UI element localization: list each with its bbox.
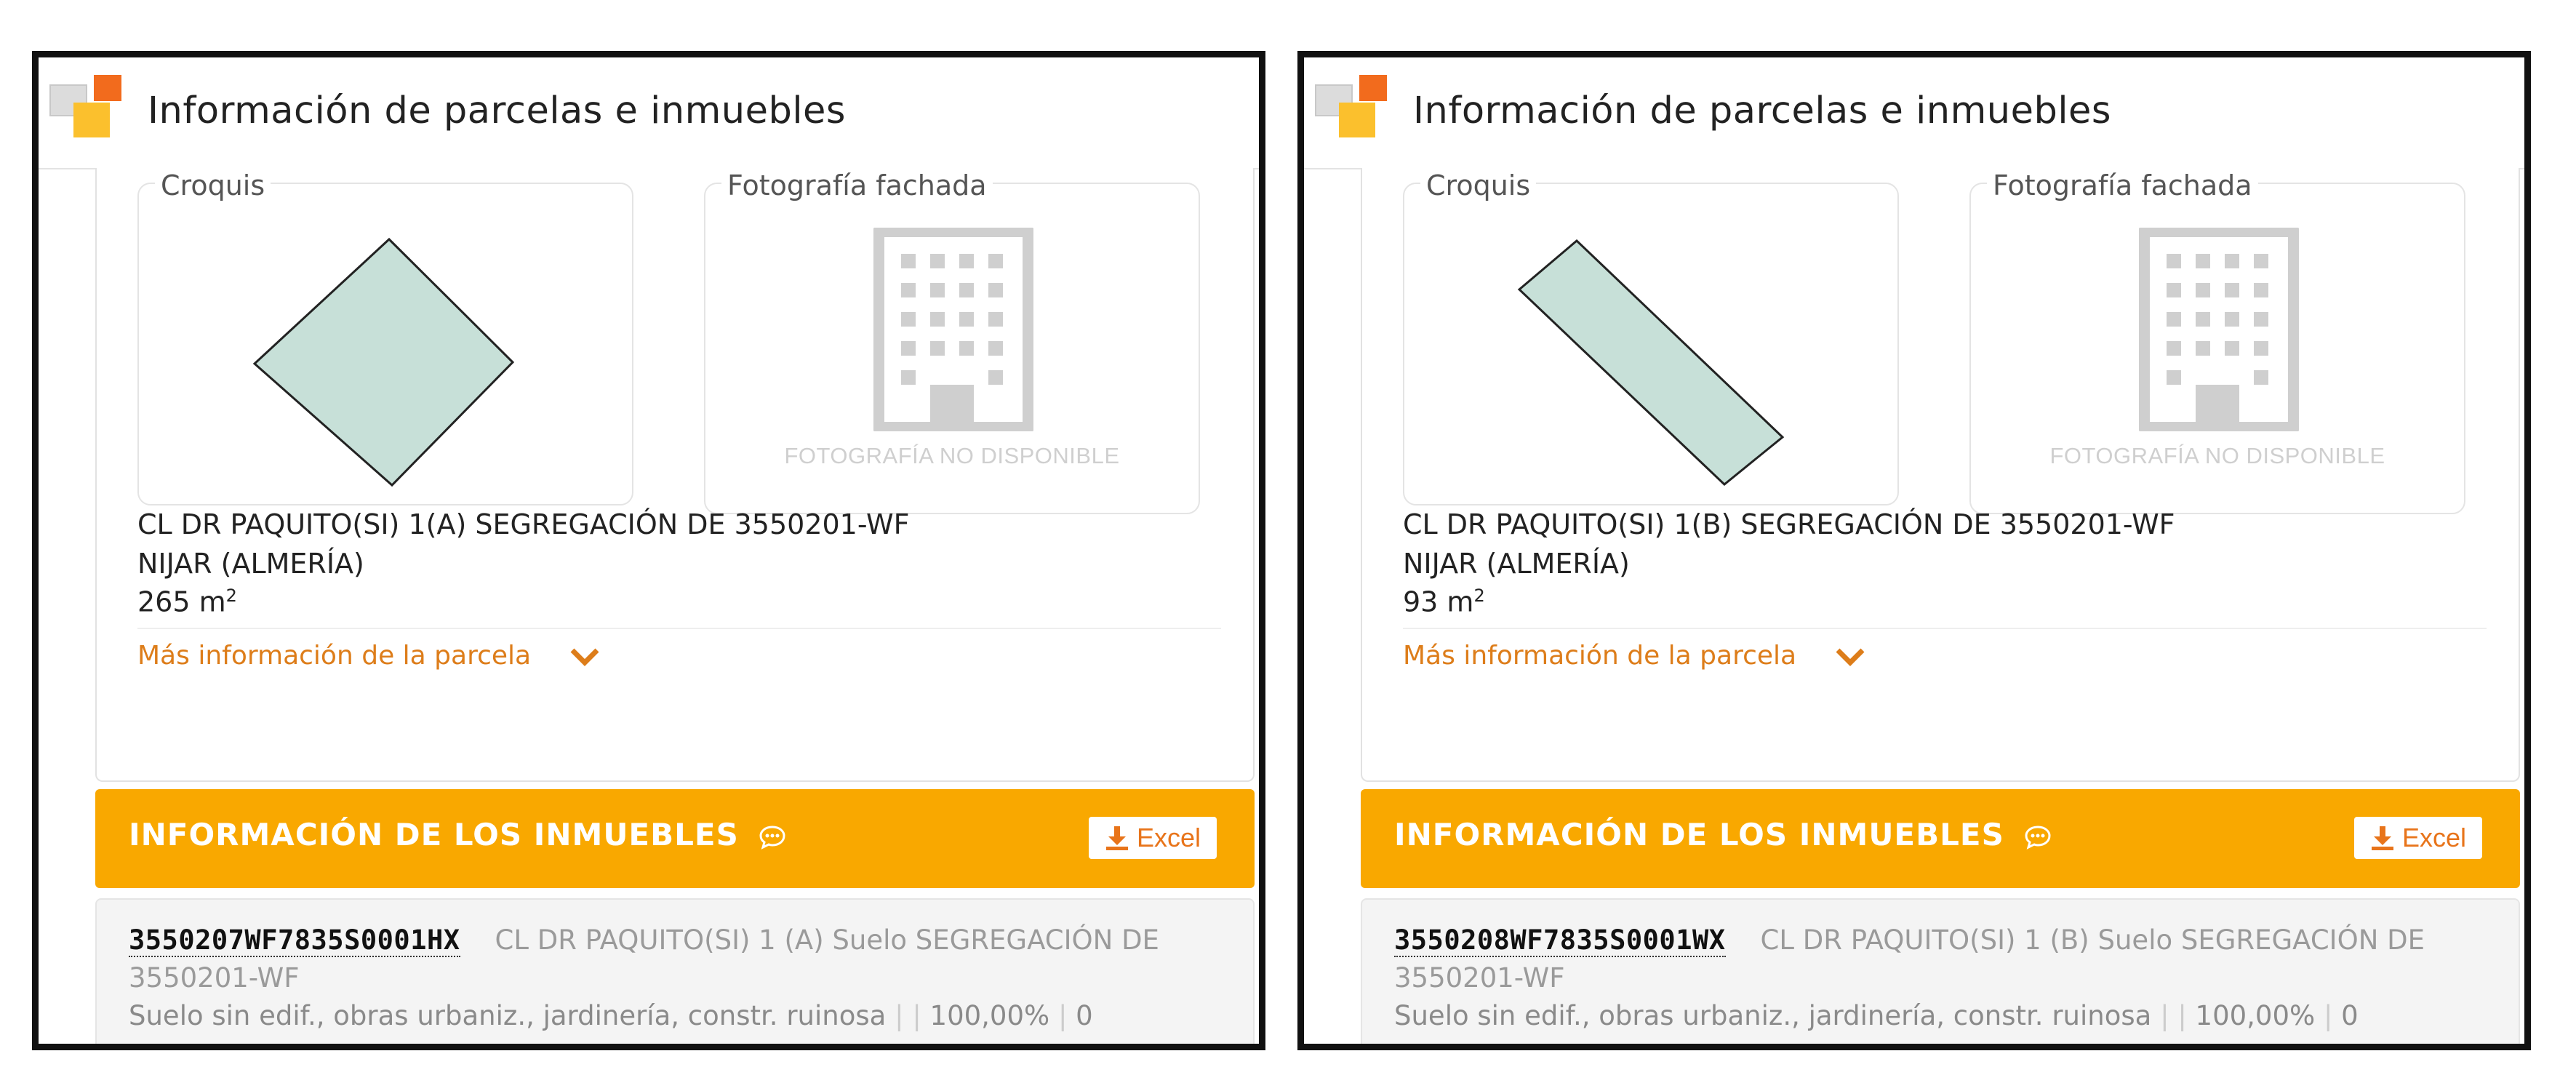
more-parcel-info-link[interactable]: Más información de la parcela: [137, 641, 601, 671]
property-use: Suelo sin edif., obras urbaniz., jardine…: [129, 1000, 887, 1031]
parcel-shape: [1517, 239, 1785, 486]
property-use: Suelo sin edif., obras urbaniz., jardine…: [1394, 1000, 2152, 1031]
properties-section-header: INFORMACIÓN DE LOS INMUEBLES Excel: [95, 789, 1255, 888]
panel-header: Información de parcelas e inmuebles: [39, 57, 1259, 169]
property-result-text: 3550208WF7835S0001WX CL DR PAQUITO(SI) 1 …: [1394, 922, 2485, 1035]
parcel-sketch: [1517, 239, 1785, 486]
sketch-frame: Croquis: [137, 169, 633, 505]
photo-frame: Fotografía fachada FOTOGRAFÍA NO DISPONI…: [1969, 169, 2465, 514]
parcel-area: 265 m2: [137, 586, 237, 618]
parcel-area: 93 m2: [1403, 586, 1485, 618]
parcel-area-exponent: 2: [1473, 586, 1485, 606]
properties-section-header: INFORMACIÓN DE LOS INMUEBLES Excel: [1361, 789, 2520, 888]
parcel-card: Croquis Fotografía fachada FOTOGRAFÍA NO…: [1361, 168, 2520, 782]
photo-unavailable-text: FOTOGRAFÍA NO DISPONIBLE: [784, 443, 1120, 468]
photo-unavailable-text: FOTOGRAFÍA NO DISPONIBLE: [2049, 443, 2385, 468]
parcel-area-value: 265 m: [137, 586, 226, 618]
parcel-shape: [252, 237, 515, 487]
download-icon: [2371, 826, 2393, 850]
page-title: Información de parcelas e inmuebles: [148, 89, 846, 132]
parcel-info-panel-b: Información de parcelas e inmuebles Croq…: [1297, 51, 2531, 1050]
parcel-card: Croquis Fotografía fachada FOTOGRAFÍA NO…: [95, 168, 1255, 782]
excel-button-label: Excel: [2401, 823, 2467, 852]
excel-button-label: Excel: [1136, 823, 1201, 852]
divider: [1403, 628, 2487, 629]
download-icon: [1105, 826, 1128, 850]
comment-icon[interactable]: [759, 825, 786, 850]
more-parcel-info-link[interactable]: Más información de la parcela: [1403, 641, 1866, 671]
parcel-info-panel-a: Información de parcelas e inmuebles Croq…: [32, 51, 1265, 1050]
more-parcel-info-label: Más información de la parcela: [1403, 641, 1797, 671]
parcel-address: CL DR PAQUITO(SI) 1(B) SEGREGACIÓN DE 35…: [1403, 508, 2175, 540]
property-result-text: 3550207WF7835S0001HX CL DR PAQUITO(SI) 1 …: [129, 922, 1220, 1035]
property-reference-link[interactable]: 3550207WF7835S0001HX: [129, 924, 460, 957]
parcel-municipality: NIJAR (ALMERÍA): [1403, 548, 1630, 580]
building-icon: [873, 228, 1033, 431]
property-details: Suelo sin edif., obras urbaniz., jardine…: [1394, 1000, 2359, 1031]
parcel-address: CL DR PAQUITO(SI) 1(A) SEGREGACIÓN DE 35…: [137, 508, 910, 540]
properties-section-title: INFORMACIÓN DE LOS INMUEBLES: [129, 817, 786, 852]
parcel-sketch: [252, 237, 515, 487]
properties-section-title: INFORMACIÓN DE LOS INMUEBLES: [1394, 817, 2052, 852]
chevron-down-icon: [1836, 648, 1865, 666]
catastro-logo-icon: [49, 75, 121, 137]
property-last-value: 0: [2341, 1000, 2359, 1031]
excel-download-button[interactable]: Excel: [2354, 817, 2482, 859]
photo-label: Fotografía fachada: [1987, 169, 2258, 201]
photo-frame: Fotografía fachada FOTOGRAFÍA NO DISPONI…: [704, 169, 1200, 514]
divider: [137, 628, 1221, 629]
property-percentage: 100,00%: [2195, 1000, 2316, 1031]
property-details: Suelo sin edif., obras urbaniz., jardine…: [129, 1000, 1093, 1031]
property-result-row: 3550207WF7835S0001HX CL DR PAQUITO(SI) 1 …: [95, 898, 1255, 1044]
parcel-area-exponent: 2: [225, 586, 237, 606]
property-percentage: 100,00%: [929, 1000, 1050, 1031]
sketch-frame: Croquis: [1403, 169, 1899, 505]
more-parcel-info-label: Más información de la parcela: [137, 641, 532, 671]
chevron-down-icon: [570, 648, 599, 666]
comment-icon[interactable]: [2024, 825, 2052, 850]
building-icon: [2139, 228, 2299, 431]
property-reference-link[interactable]: 3550208WF7835S0001WX: [1394, 924, 1726, 957]
catastro-logo-icon: [1315, 75, 1387, 137]
properties-section-label: INFORMACIÓN DE LOS INMUEBLES: [1394, 817, 2004, 852]
photo-label: Fotografía fachada: [721, 169, 993, 201]
parcel-municipality: NIJAR (ALMERÍA): [137, 548, 364, 580]
property-last-value: 0: [1076, 1000, 1093, 1031]
property-result-row: 3550208WF7835S0001WX CL DR PAQUITO(SI) 1 …: [1361, 898, 2520, 1044]
excel-download-button[interactable]: Excel: [1089, 817, 1217, 859]
page-title: Información de parcelas e inmuebles: [1413, 89, 2111, 132]
parcel-area-value: 93 m: [1403, 586, 1474, 618]
properties-section-label: INFORMACIÓN DE LOS INMUEBLES: [129, 817, 739, 852]
panel-header: Información de parcelas e inmuebles: [1304, 57, 2524, 169]
